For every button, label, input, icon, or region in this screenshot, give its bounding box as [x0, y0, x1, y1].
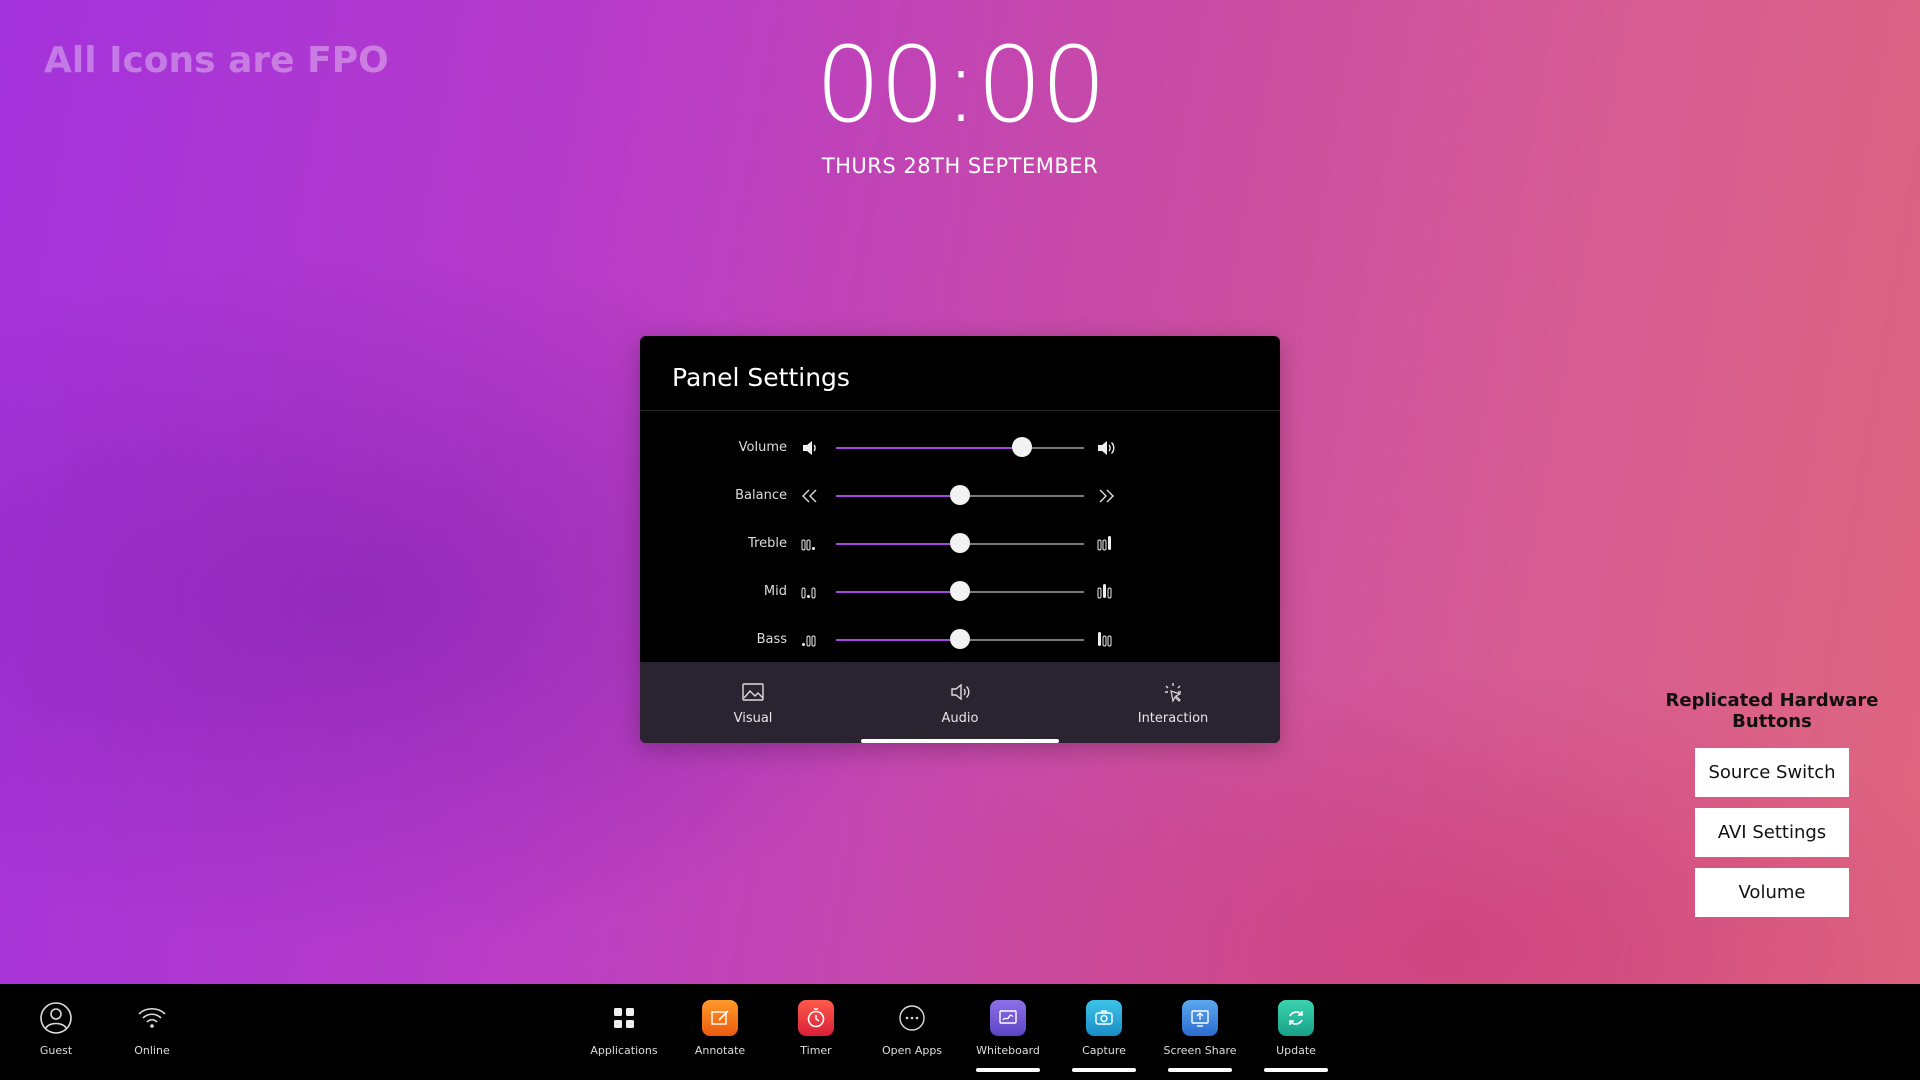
taskbar-label: Open Apps [881, 1044, 943, 1057]
fpo-watermark: All Icons are FPO [44, 40, 389, 81]
mid-high-icon [1096, 581, 1116, 603]
running-indicator-whiteboard [976, 1068, 1040, 1072]
slider-fill [836, 639, 960, 641]
source-switch-button[interactable]: Source Switch [1695, 748, 1849, 797]
taskbar-label: Capture [1082, 1044, 1126, 1057]
slider-knob[interactable] [950, 533, 970, 553]
mid-slider[interactable] [836, 581, 1084, 601]
annotate-icon [702, 1000, 738, 1036]
speaker-icon [860, 678, 1060, 706]
capture-button[interactable]: Capture [1056, 998, 1152, 1057]
taskbar-label: Applications [590, 1044, 658, 1057]
slider-label: Bass [756, 632, 787, 647]
taskbar-label: Annotate [694, 1044, 746, 1057]
bass-slider[interactable] [836, 629, 1084, 649]
slider-row-bass: Bass [640, 625, 1280, 655]
guest-button[interactable]: Guest [8, 998, 104, 1057]
whiteboard-icon [990, 1000, 1026, 1036]
slider-knob[interactable] [950, 485, 970, 505]
avi-settings-button[interactable]: AVI Settings [1695, 808, 1849, 857]
chevrons-left-icon [800, 485, 820, 507]
balance-slider[interactable] [836, 485, 1084, 505]
chevrons-right-icon [1096, 485, 1116, 507]
applications-button[interactable]: Applications [576, 998, 672, 1057]
screen-share-button[interactable]: Screen Share [1152, 998, 1248, 1057]
slider-row-volume: Volume [640, 433, 1280, 463]
running-indicator-screen-share [1168, 1068, 1232, 1072]
running-indicator-capture [1072, 1068, 1136, 1072]
tab-interaction[interactable]: Interaction [1073, 678, 1273, 726]
slider-label: Volume [738, 440, 787, 455]
taskbar: Guest Online Applications Annotate Timer… [0, 984, 1920, 1080]
clock-date: THURS 28TH SEPTEMBER [821, 154, 1099, 178]
tab-label: Visual [733, 711, 773, 726]
panel-tab-bar: Visual Audio Interaction [640, 662, 1280, 743]
hardware-buttons-title: Replicated Hardware Buttons [1665, 690, 1879, 732]
touch-icon [1073, 678, 1273, 706]
treble-slider[interactable] [836, 533, 1084, 553]
slider-row-balance: Balance [640, 481, 1280, 511]
taskbar-label: Update [1276, 1044, 1316, 1057]
volume-high-icon [1096, 437, 1116, 459]
image-icon [653, 678, 853, 706]
panel-title: Panel Settings [640, 336, 1280, 411]
volume-low-icon [800, 437, 820, 459]
taskbar-label: Whiteboard [976, 1044, 1040, 1057]
screen-share-icon [1182, 1000, 1218, 1036]
online-button[interactable]: Online [104, 998, 200, 1057]
camera-icon [1086, 1000, 1122, 1036]
grid-icon [576, 998, 672, 1038]
slider-knob[interactable] [1012, 437, 1032, 457]
slider-label: Treble [748, 536, 787, 551]
tab-visual[interactable]: Visual [653, 678, 853, 726]
active-tab-indicator [861, 739, 1059, 743]
treble-low-icon [800, 533, 820, 555]
wifi-icon [104, 998, 200, 1038]
timer-button[interactable]: Timer [768, 998, 864, 1057]
slider-label: Mid [763, 584, 787, 599]
slider-fill [836, 495, 960, 497]
slider-label: Balance [735, 488, 787, 503]
hardware-buttons: Replicated Hardware Buttons Source Switc… [1640, 690, 1904, 928]
clock-time: 00:00 [815, 24, 1107, 146]
refresh-icon [1278, 1000, 1314, 1036]
taskbar-label: Screen Share [1163, 1044, 1237, 1057]
slider-row-mid: Mid [640, 577, 1280, 607]
tab-label: Audio [941, 711, 979, 726]
mid-low-icon [800, 581, 820, 603]
slider-row-treble: Treble [640, 529, 1280, 559]
update-button[interactable]: Update [1248, 998, 1344, 1057]
taskbar-label: Online [134, 1044, 170, 1057]
panel-settings-dialog: Panel Settings Volume Balance Treble Mid… [640, 336, 1280, 743]
audio-sliders: Volume Balance Treble Mid Bass [640, 411, 1280, 663]
treble-high-icon [1096, 533, 1116, 555]
volume-slider[interactable] [836, 437, 1084, 457]
tab-audio[interactable]: Audio [860, 678, 1060, 726]
slider-fill [836, 447, 1022, 449]
open-apps-button[interactable]: Open Apps [864, 998, 960, 1057]
slider-knob[interactable] [950, 581, 970, 601]
taskbar-label: Timer [800, 1044, 832, 1057]
volume-button[interactable]: Volume [1695, 868, 1849, 917]
taskbar-label: Guest [39, 1044, 73, 1057]
slider-fill [836, 591, 960, 593]
timer-icon [798, 1000, 834, 1036]
slider-fill [836, 543, 960, 545]
slider-knob[interactable] [950, 629, 970, 649]
bass-high-icon [1096, 629, 1116, 651]
clock: 00:00 THURS 28TH SEPTEMBER [760, 30, 1160, 178]
tab-label: Interaction [1137, 711, 1209, 726]
whiteboard-button[interactable]: Whiteboard [960, 998, 1056, 1057]
user-icon [8, 998, 104, 1038]
more-icon [864, 998, 960, 1038]
running-indicator-update [1264, 1068, 1328, 1072]
annotate-button[interactable]: Annotate [672, 998, 768, 1057]
bass-low-icon [800, 629, 820, 651]
